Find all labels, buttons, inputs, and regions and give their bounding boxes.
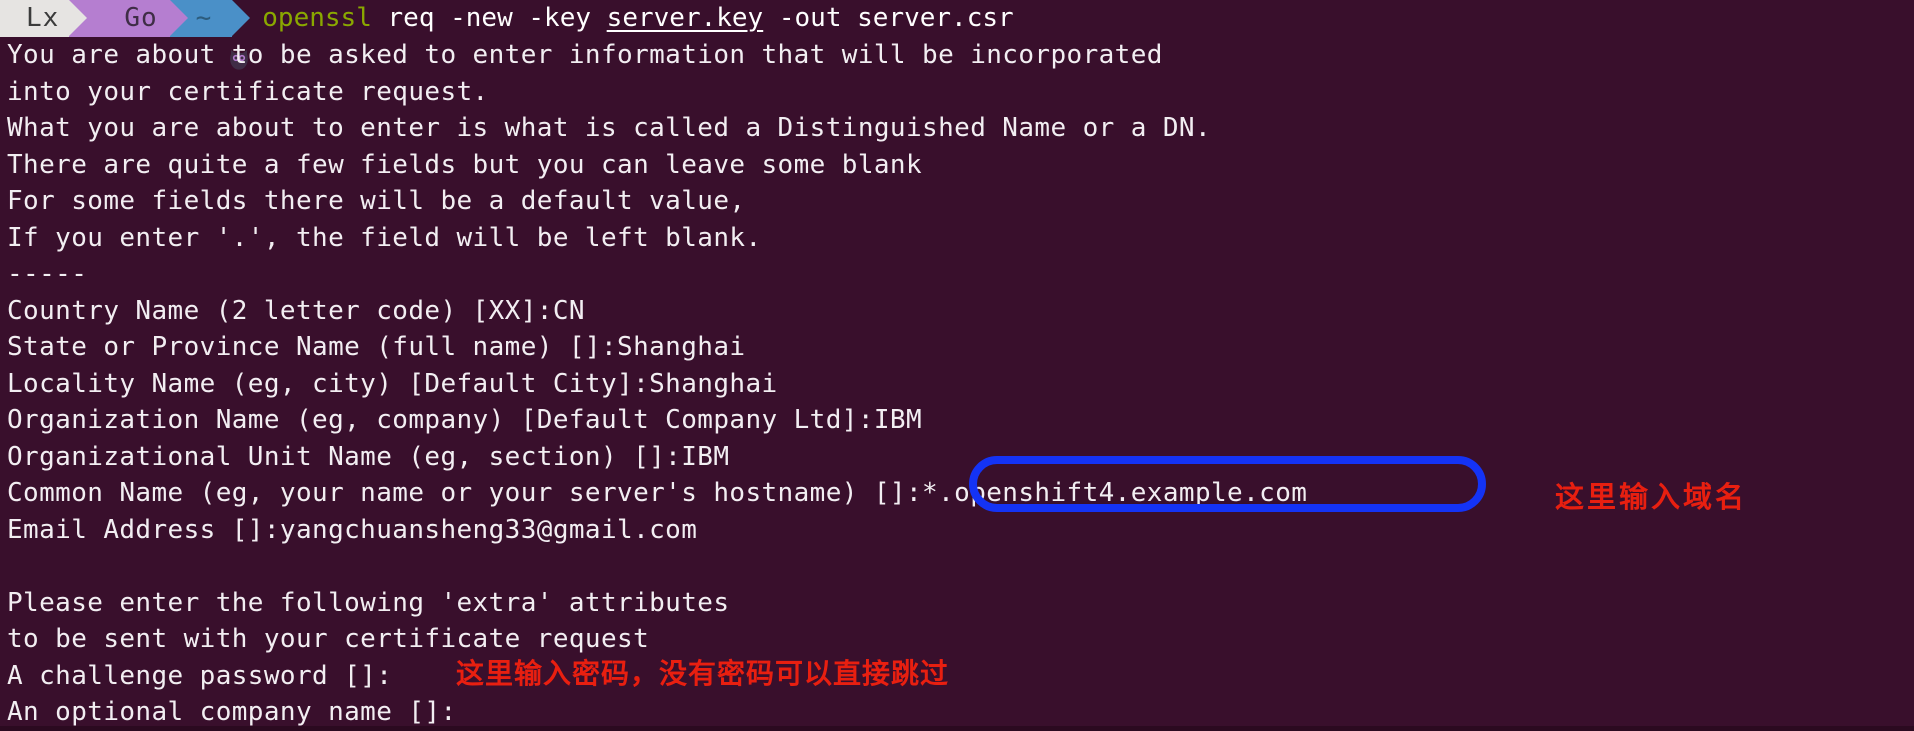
output-line-email-address: Email Address []:yangchuansheng33@gmail.… — [7, 514, 698, 545]
output-line: If you enter '.', the field will be left… — [7, 222, 762, 253]
output-line-blank — [0, 548, 1914, 585]
output-line: into your certificate request. — [7, 76, 489, 107]
command-line[interactable]: openssl req -new -key server.key -out se… — [232, 0, 1013, 37]
prompt-directory-label: ~ — [195, 3, 213, 33]
output-line-locality-name: Locality Name (eg, city) [Default City]:… — [7, 368, 778, 399]
prompt-distro-label: Lx — [26, 3, 60, 33]
output-line-optional-company-name: An optional company name []: — [7, 697, 457, 727]
output-line: to be sent with your certificate request — [7, 624, 650, 654]
output-line: For some fields there will be a default … — [7, 186, 746, 216]
prompt-context-label: Go — [124, 3, 158, 33]
command-key-file: server.key — [606, 3, 764, 33]
output-line-organizational-unit-name: Organizational Unit Name (eg, section) [… — [7, 441, 730, 472]
output-line: There are quite a few fields but you can… — [7, 149, 923, 180]
owl-icon — [95, 8, 248, 70]
prompt-separator-arrow-1 — [69, 0, 88, 36]
output-line-state-name: State or Province Name (full name) []:Sh… — [7, 332, 746, 362]
prompt-separator-arrow-3 — [232, 0, 251, 36]
output-line-separator: ----- — [7, 259, 88, 289]
prompt-separator-arrow-2 — [169, 0, 188, 36]
output-line: What you are about to enter is what is c… — [7, 113, 1211, 143]
prompt-line: Lx Go ~ openssl req -new -key server.key… — [0, 0, 1014, 70]
annotation-domain-note: 这里输入域名 — [1555, 480, 1748, 514]
command-program: openssl — [262, 3, 372, 33]
output-line-country-name: Country Name (2 letter code) [XX]:CN — [7, 295, 585, 326]
output-line-organization-name: Organization Name (eg, company) [Default… — [7, 405, 923, 435]
output-line-challenge-password: A challenge password []: — [7, 660, 409, 691]
command-args-before: req -new -key — [371, 3, 607, 33]
terminal-output: You are about to be asked to enter infor… — [0, 37, 1914, 731]
command-args-after: -out server.csr — [763, 3, 1014, 33]
output-line: Please enter the following 'extra' attri… — [7, 587, 730, 618]
output-line: You are about to be asked to enter infor… — [7, 40, 1163, 70]
prompt-segment-distro[interactable]: Lx — [0, 0, 88, 37]
annotation-password-note: 这里输入密码，没有密码可以直接跳过 — [456, 657, 950, 690]
terminal-window[interactable]: Lx Go ~ openssl req -new -key server.key… — [0, 0, 1914, 727]
